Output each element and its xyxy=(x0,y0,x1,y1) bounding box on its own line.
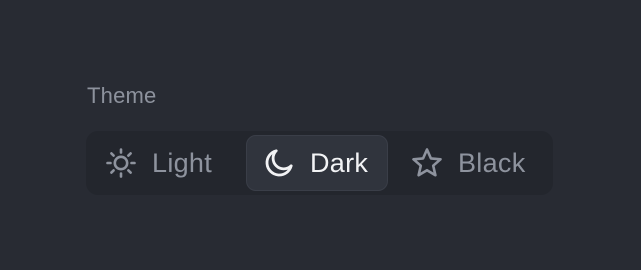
theme-option-light-label: Light xyxy=(152,148,213,178)
theme-option-light[interactable]: Light xyxy=(104,131,244,195)
theme-option-dark-label: Dark xyxy=(310,148,369,178)
theme-option-black-label: Black xyxy=(458,148,526,178)
theme-label: Theme xyxy=(87,83,157,108)
theme-option-black[interactable]: Black xyxy=(410,131,550,195)
star-icon xyxy=(410,146,444,180)
theme-settings-panel: Theme Light Dark Black xyxy=(0,0,641,270)
sun-icon xyxy=(104,146,138,180)
moon-icon xyxy=(262,146,296,180)
theme-selector: Light Dark Black xyxy=(86,131,553,195)
theme-option-dark[interactable]: Dark xyxy=(246,135,388,191)
